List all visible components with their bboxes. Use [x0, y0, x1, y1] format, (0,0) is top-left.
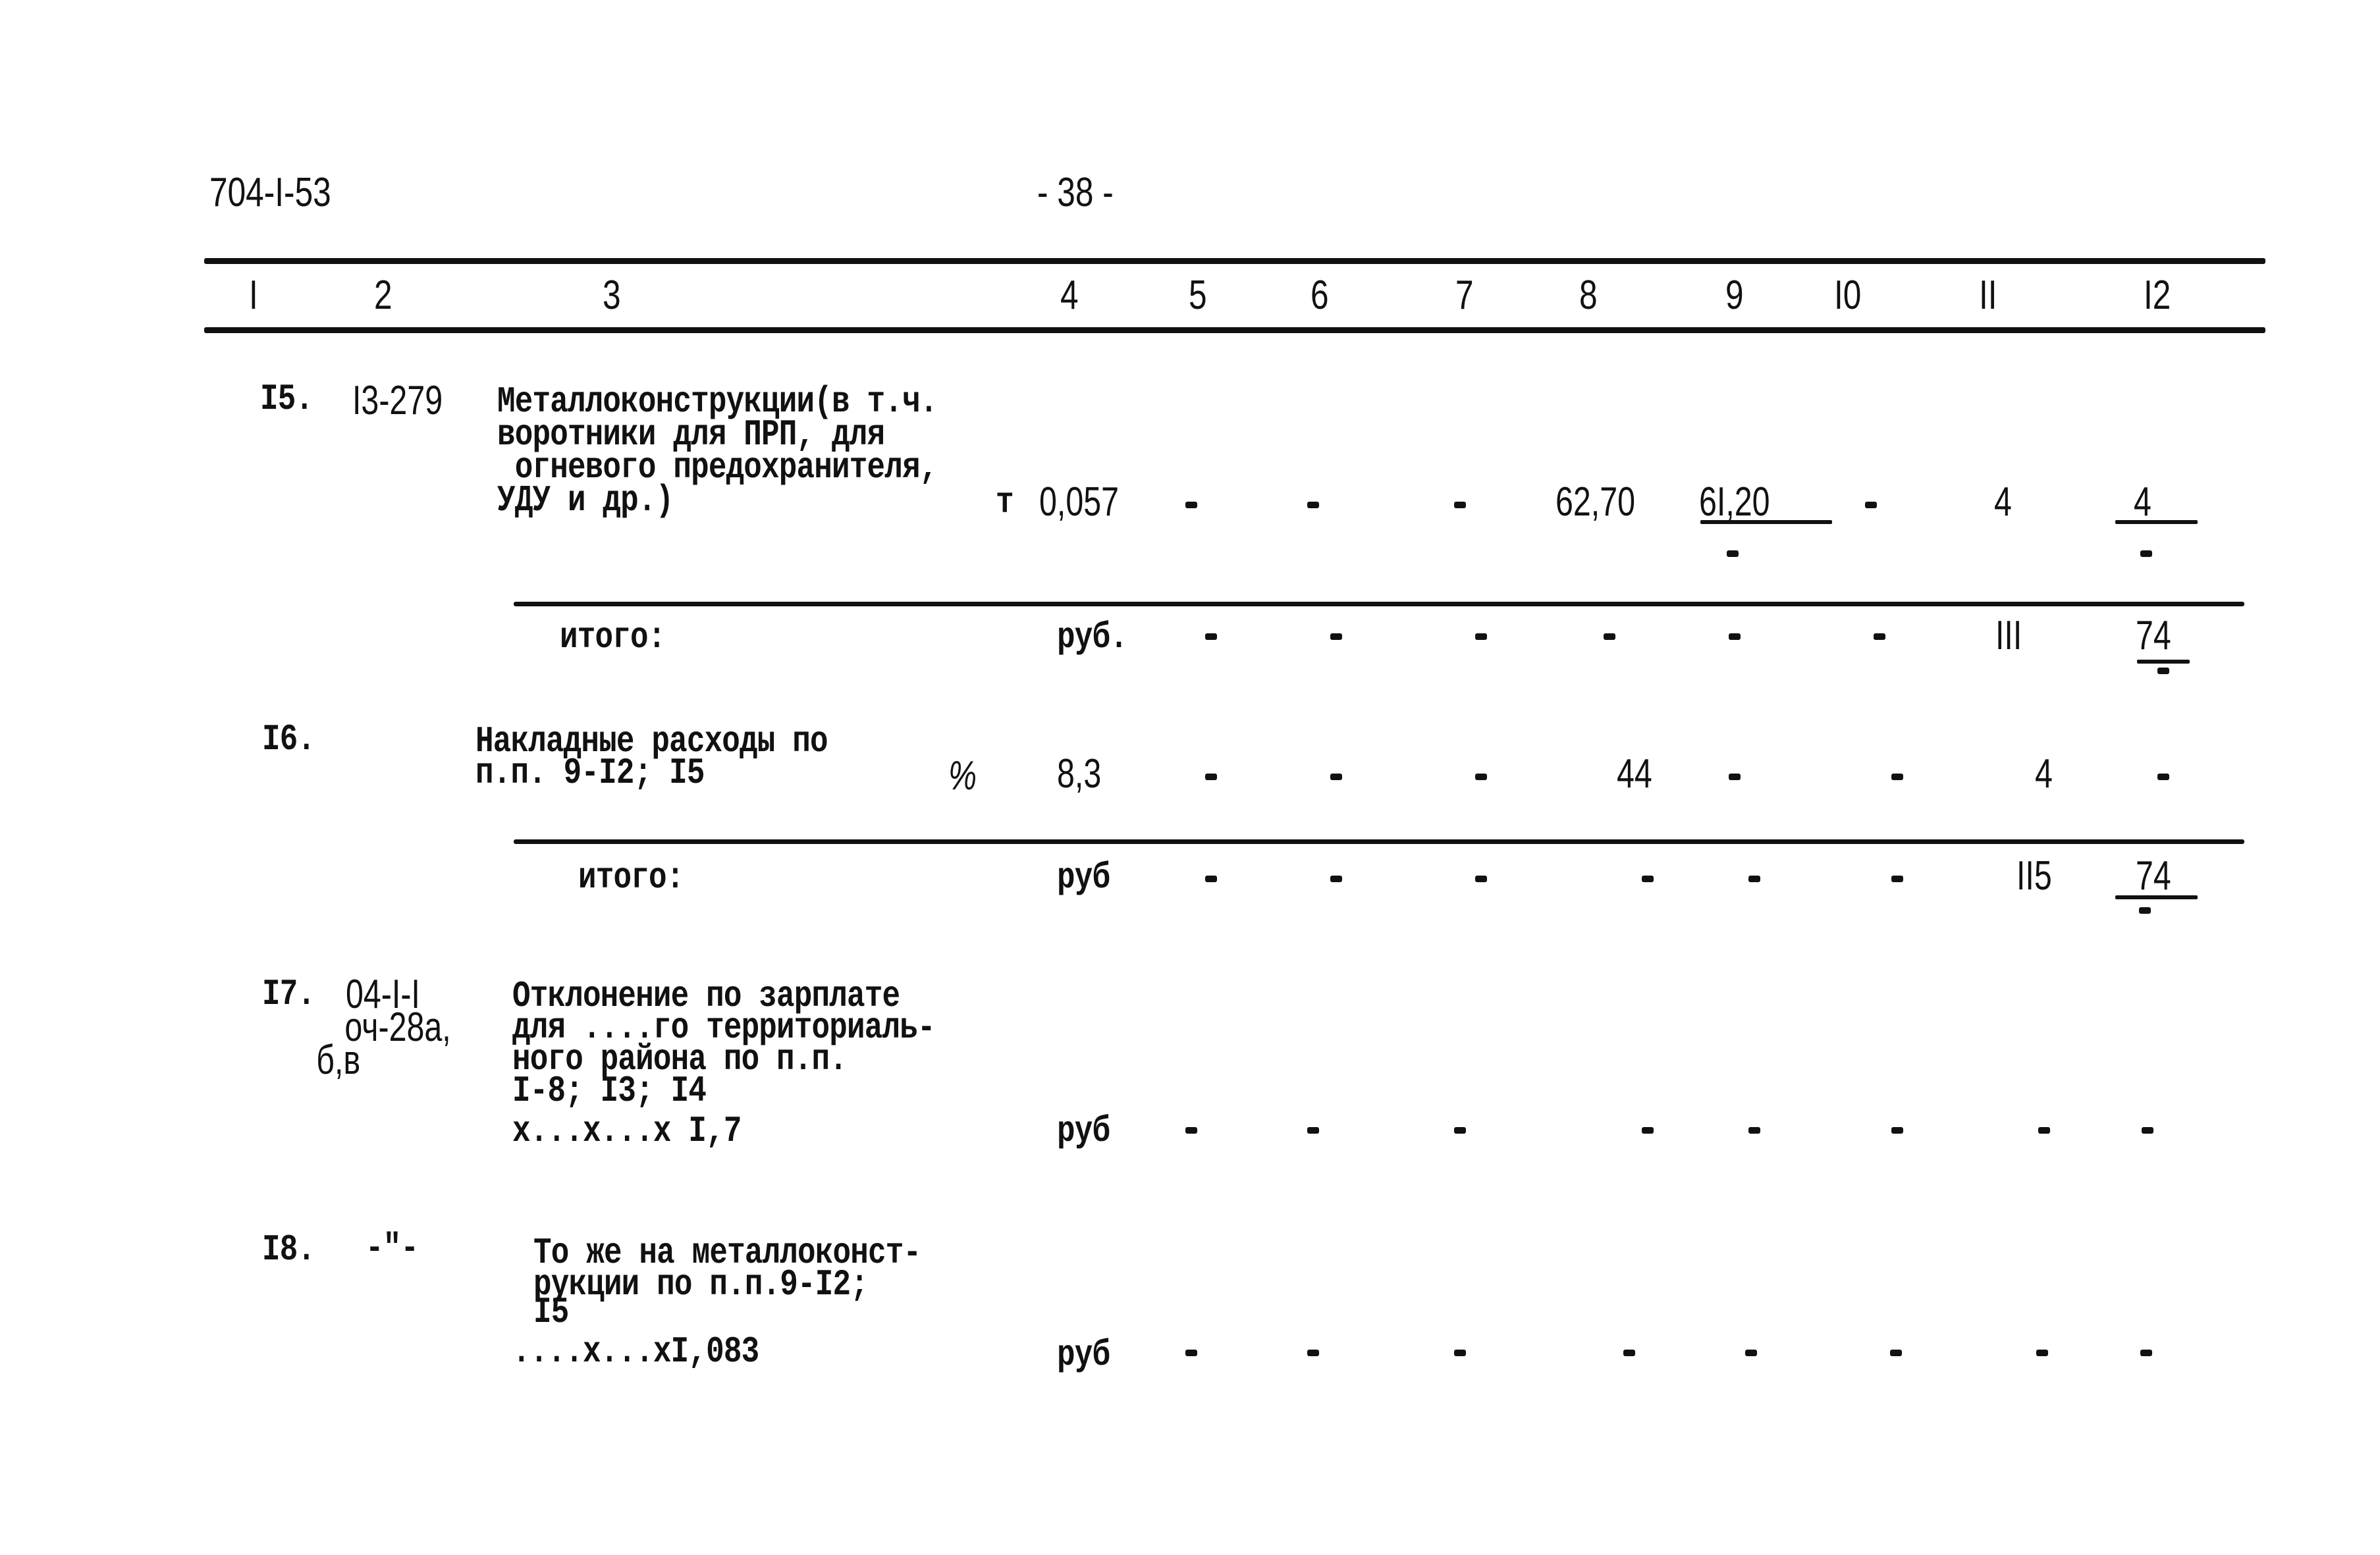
cell-col10-dash [1891, 774, 1903, 780]
row-code: -"- [365, 1227, 419, 1269]
page-number: - 38 - [1037, 170, 1114, 215]
row-number: I8. [262, 1228, 315, 1271]
cell-col8-dash [1642, 1127, 1654, 1134]
cell-col5-dash [1185, 502, 1197, 508]
row-number: I5. [260, 378, 313, 420]
cell-col12: 74 [2136, 613, 2171, 658]
row-unit: руб [1057, 1110, 1110, 1152]
cell-col11: III [1995, 613, 2022, 658]
cell-col6-dash [1330, 774, 1342, 780]
total-unit: руб [1057, 857, 1110, 899]
column-header-3: 3 [603, 273, 621, 318]
total-label: итого: [578, 857, 684, 899]
cell-col12-underline [2115, 895, 2198, 899]
cell-col6-dash [1307, 1350, 1319, 1356]
cell-col12: 4 [2134, 479, 2151, 525]
cell-col10-dash [1891, 1127, 1903, 1134]
column-header-8: 8 [1579, 273, 1598, 318]
total-label: итого: [560, 616, 666, 658]
row-unit: руб [1057, 1334, 1110, 1376]
cell-col9-underline [1700, 520, 1832, 524]
column-header-7: 7 [1455, 273, 1474, 318]
row-number: I7. [262, 973, 315, 1015]
cell-col6-dash [1307, 1127, 1319, 1134]
column-header-10: I0 [1834, 273, 1862, 318]
row-unit: % [948, 753, 977, 799]
cell-col9-sub-dash [1727, 550, 1739, 557]
cell-col9-dash [1745, 1350, 1757, 1356]
cell-col8: 44 [1617, 751, 1652, 797]
cell-col12-underline [2115, 520, 2198, 524]
row-description-line: I-8; I3; I4 [512, 1070, 707, 1112]
cell-col9: 6I,20 [1699, 479, 1770, 525]
cell-col11-dash [2036, 1350, 2048, 1356]
row-description-line: ....х...хI,083 [512, 1331, 759, 1373]
cell-col4: 0,057 [1039, 479, 1120, 525]
cell-col10-dash [1865, 502, 1877, 508]
total-unit: руб. [1057, 616, 1128, 658]
row-description-line: х...х...х I,7 [512, 1110, 742, 1152]
cell-col6-dash [1330, 633, 1342, 640]
cell-col7-dash [1475, 774, 1487, 780]
cell-col5-dash [1205, 633, 1217, 640]
row-unit: т [996, 481, 1014, 523]
row-description-line: рукции по п.п.9-I2; [533, 1263, 869, 1305]
column-header-2: 2 [374, 273, 392, 318]
subtotal-rule [514, 839, 2244, 844]
cell-col7-dash [1454, 1350, 1466, 1356]
column-header-5: 5 [1189, 273, 1207, 318]
cell-col9-dash [1729, 633, 1741, 640]
cell-col8: 62,70 [1555, 479, 1636, 525]
row-code-line: б,в [290, 1038, 361, 1083]
cell-col10-dash [1890, 1350, 1902, 1356]
row-number: I6. [262, 718, 315, 760]
cell-col7-dash [1475, 633, 1487, 640]
cell-col8-dash [1604, 633, 1615, 640]
cell-col9-dash [1729, 774, 1741, 780]
column-header-11: II [1979, 273, 1997, 318]
cell-col6-dash [1307, 502, 1319, 508]
column-header-4: 4 [1060, 273, 1079, 318]
document-code: 704-I-53 [209, 170, 331, 215]
table-header-bottom-rule [204, 327, 2265, 333]
cell-col12-dash [2142, 1127, 2153, 1134]
row-description-line: I5 [533, 1291, 569, 1333]
cell-col12-sub-dash [2157, 668, 2169, 674]
cell-col6-dash [1330, 876, 1342, 882]
cell-col7-dash [1454, 1127, 1466, 1134]
cell-col9-dash [1748, 876, 1760, 882]
column-header-1: I [249, 273, 258, 318]
cell-col11: II5 [2016, 853, 2052, 899]
cell-col12-dash [2140, 1350, 2152, 1356]
cell-col8-dash [1642, 876, 1654, 882]
cell-col12-dash [2157, 774, 2169, 780]
cell-col5-dash [1185, 1127, 1197, 1134]
cell-col12-underline [2137, 660, 2190, 664]
cell-col5-dash [1205, 876, 1217, 882]
row-code: I3-279 [352, 378, 443, 423]
cell-col10-dash [1874, 633, 1885, 640]
cell-col12-sub-dash [2140, 550, 2152, 557]
cell-col9-dash [1748, 1127, 1760, 1134]
cell-col11-dash [2038, 1127, 2050, 1134]
row-description-line: п.п. 9-I2; I5 [475, 752, 705, 794]
column-header-6: 6 [1311, 273, 1329, 318]
table-top-rule [204, 258, 2265, 264]
cell-col12: 74 [2136, 853, 2171, 899]
cell-col5-dash [1205, 774, 1217, 780]
column-header-12: I2 [2144, 273, 2171, 318]
cell-col7-dash [1475, 876, 1487, 882]
cell-col10-dash [1891, 876, 1903, 882]
cell-col5-dash [1185, 1350, 1197, 1356]
row-description-line: УДУ и др.) [497, 479, 674, 521]
cell-col8-dash [1623, 1350, 1635, 1356]
cell-col11: 4 [1994, 479, 2012, 525]
cell-col4: 8,3 [1057, 751, 1102, 797]
cell-col7-dash [1454, 502, 1466, 508]
cell-col11: 4 [2035, 751, 2053, 797]
cell-col12-sub-dash [2139, 907, 2151, 914]
subtotal-rule [514, 602, 2244, 606]
column-header-9: 9 [1725, 273, 1744, 318]
